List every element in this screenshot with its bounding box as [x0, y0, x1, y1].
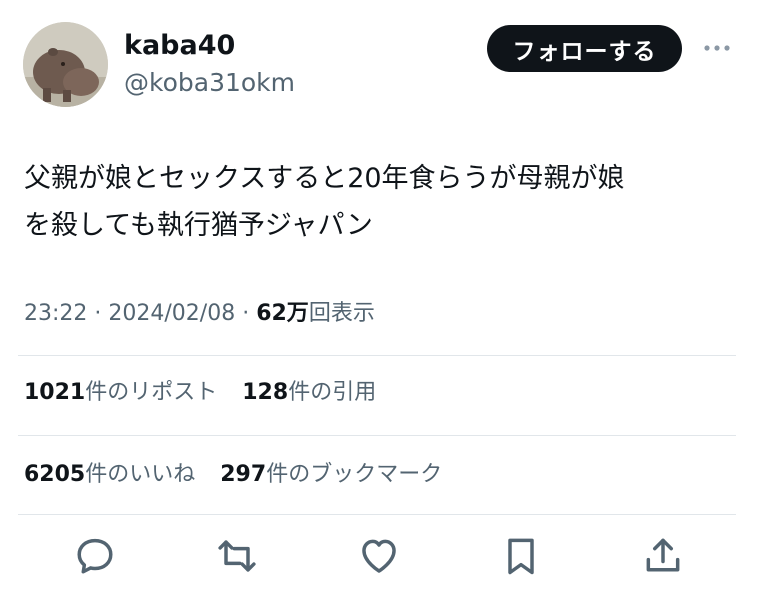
hippo-avatar	[23, 22, 108, 107]
meta-separator: ·	[87, 301, 109, 326]
divider	[18, 435, 736, 436]
reposts-label: 件のリポスト	[85, 380, 218, 405]
reply-icon[interactable]	[73, 534, 117, 578]
bookmarks-label: 件のブックマーク	[266, 462, 443, 487]
bookmarks-count: 297	[220, 462, 267, 487]
display-name[interactable]: kaba40	[124, 30, 235, 62]
divider	[18, 514, 736, 515]
repost-icon[interactable]	[215, 534, 259, 578]
views-label: 回表示	[308, 301, 375, 326]
views-count: 62万	[256, 301, 309, 326]
reposts-count: 1021	[24, 380, 86, 405]
tweet-text-line-2: を殺しても執行猶予ジャパン	[24, 210, 373, 241]
likes-stat[interactable]: 6205件のいいね	[24, 462, 195, 487]
like-icon[interactable]	[357, 534, 401, 578]
tweet-text-line-1: 父親が娘とセックスすると20年食らうが母親が娘	[24, 163, 625, 194]
avatar[interactable]	[23, 22, 108, 107]
bookmark-icon[interactable]	[499, 534, 543, 578]
tweet-text: 父親が娘とセックスすると20年食らうが母親が娘 を殺しても執行猶予ジャパン	[24, 155, 724, 249]
divider	[18, 355, 736, 356]
more-icon[interactable]	[700, 36, 734, 60]
tweet-date[interactable]: 2024/02/08	[108, 301, 235, 326]
tweet-time[interactable]: 23:22	[24, 301, 87, 326]
meta-separator: ·	[235, 301, 257, 326]
likes-label: 件のいいね	[85, 462, 196, 487]
stats-row-2: 6205件のいいね 297件のブックマーク	[24, 458, 460, 492]
quotes-count: 128	[242, 380, 289, 405]
bookmarks-stat[interactable]: 297件のブックマーク	[220, 462, 442, 487]
likes-count: 6205	[24, 462, 86, 487]
tweet-meta: 23:22 · 2024/02/08 · 62万回表示	[24, 297, 375, 331]
follow-button[interactable]: フォローする	[487, 25, 682, 72]
reposts-stat[interactable]: 1021件のリポスト	[24, 380, 217, 405]
stats-row-1: 1021件のリポスト 128件の引用	[24, 376, 394, 410]
user-handle[interactable]: @koba31okm	[124, 68, 295, 98]
quotes-stat[interactable]: 128件の引用	[242, 380, 376, 405]
share-icon[interactable]	[641, 534, 685, 578]
quotes-label: 件の引用	[288, 380, 377, 405]
